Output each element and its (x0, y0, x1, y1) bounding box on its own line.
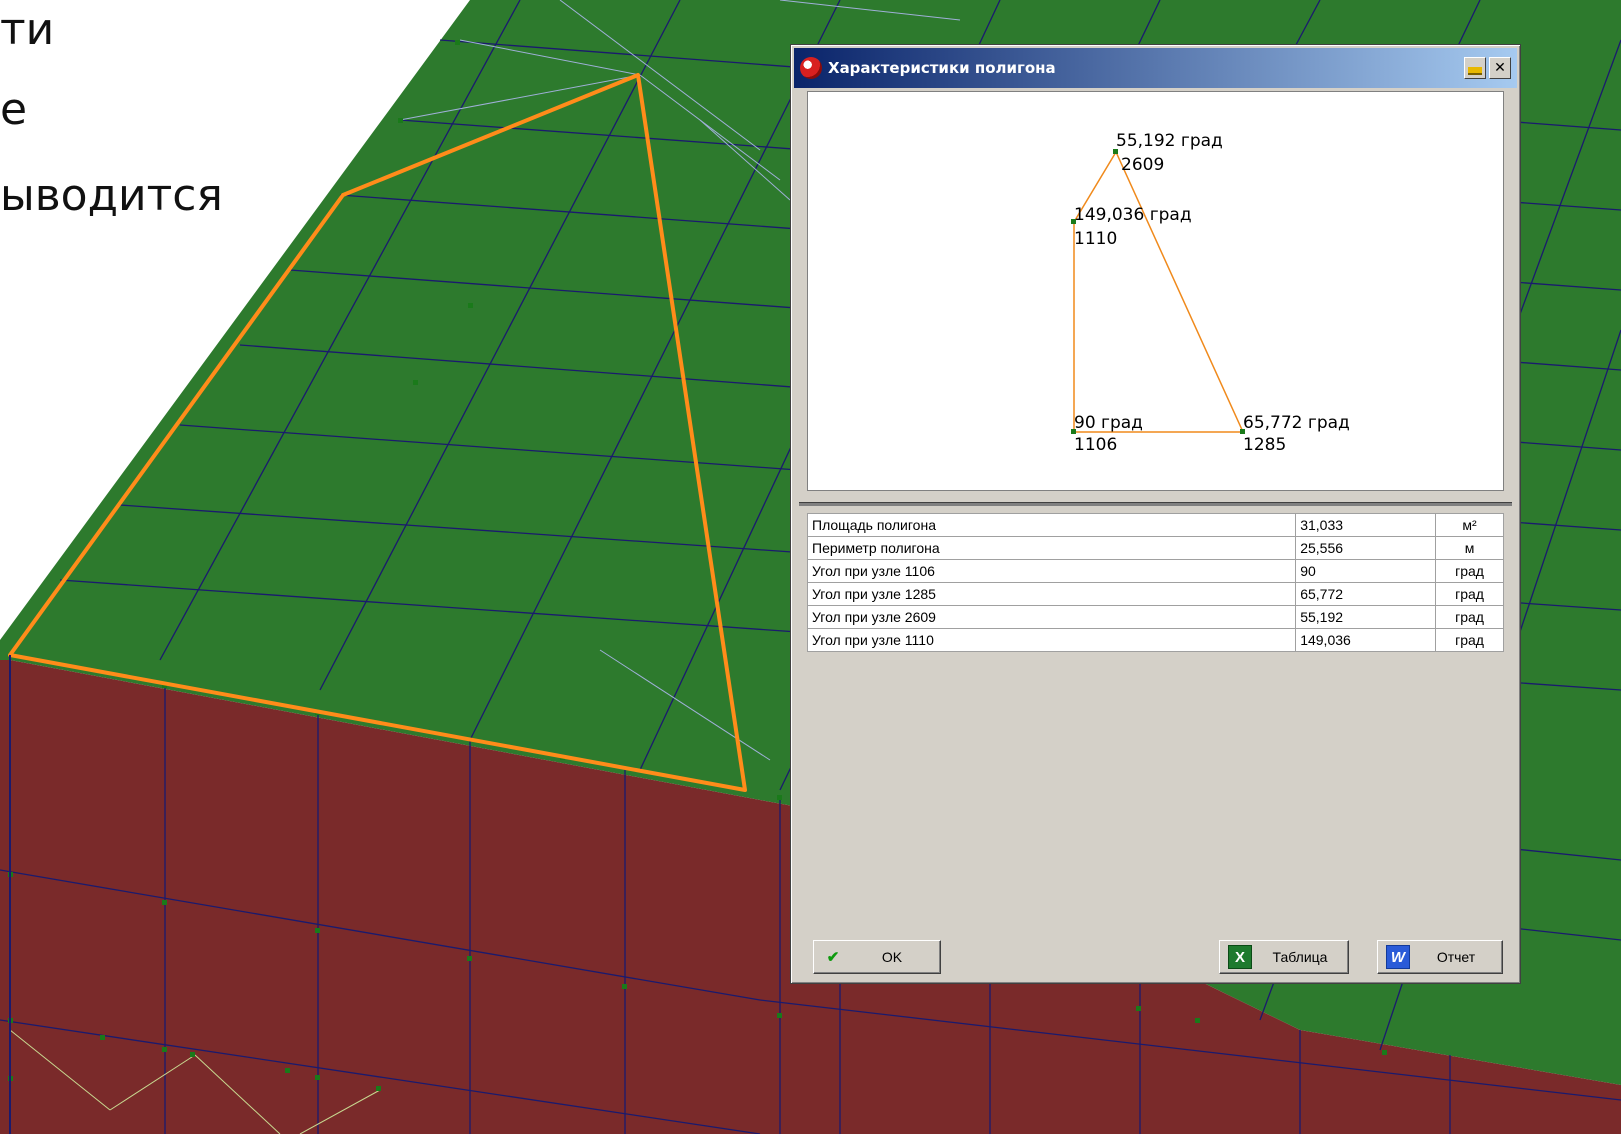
checkmark-icon: ✔ (826, 949, 840, 966)
splitter[interactable] (799, 502, 1512, 506)
property-name: Угол при узле 1285 (806, 582, 1297, 606)
table-row[interactable]: Угол при узле 1110 149,036 град (806, 628, 1504, 652)
polygon-properties-dialog: Характеристики полигона ✕ 55,192 град 26… (790, 44, 1521, 984)
table-row[interactable]: Площадь полигона 31,033 м² (806, 513, 1504, 537)
word-icon: W (1386, 945, 1410, 969)
property-name: Угол при узле 1110 (806, 628, 1297, 652)
property-value: 149,036 (1295, 628, 1437, 652)
property-value: 90 (1295, 559, 1437, 583)
property-unit: м (1435, 536, 1504, 560)
ruler-button[interactable] (1464, 57, 1486, 79)
property-unit: град (1435, 628, 1504, 652)
ok-button[interactable]: ✔ OK (813, 940, 941, 974)
report-button[interactable]: W Отчет (1377, 940, 1503, 974)
vertex-node-2609: 2609 (1121, 155, 1164, 175)
polygon-preview: 55,192 град 2609 149,036 град 1110 90 гр… (807, 91, 1504, 491)
excel-icon: X (1228, 945, 1252, 969)
dialog-titlebar[interactable]: Характеристики полигона ✕ (794, 48, 1517, 88)
preview-polygon-outline (1073, 150, 1245, 433)
property-value: 31,033 (1295, 513, 1437, 537)
vertex-angle-1285: 65,772 град (1243, 413, 1350, 433)
table-row[interactable]: Угол при узле 1285 65,772 град (806, 582, 1504, 606)
property-unit: град (1435, 605, 1504, 629)
vertex-angle-1110: 149,036 град (1074, 205, 1192, 225)
property-name: Угол при узле 1106 (806, 559, 1297, 583)
slide-text-line-2: е (0, 84, 28, 135)
ruler-icon (1468, 67, 1482, 75)
slide-text-line-3: ыводится (0, 170, 223, 221)
property-value: 25,556 (1295, 536, 1437, 560)
table-row[interactable]: Периметр полигона 25,556 м (806, 536, 1504, 560)
app-logo-icon (800, 57, 822, 79)
close-icon: ✕ (1494, 60, 1506, 76)
vertex-angle-2609: 55,192 град (1116, 131, 1223, 151)
table-row[interactable]: Угол при узле 1106 90 град (806, 559, 1504, 583)
property-unit: м² (1435, 513, 1504, 537)
vertex-angle-1106: 90 град (1074, 413, 1143, 433)
property-value: 55,192 (1295, 605, 1437, 629)
properties-table: Площадь полигона 31,033 м² Периметр поли… (806, 513, 1504, 652)
vertex-node-1106: 1106 (1074, 435, 1117, 455)
property-name: Периметр полигона (806, 536, 1297, 560)
vertex-node-1110: 1110 (1074, 229, 1117, 249)
property-unit: град (1435, 582, 1504, 606)
property-name: Площадь полигона (806, 513, 1297, 537)
vertex-node-1285: 1285 (1243, 435, 1286, 455)
report-button-label: Отчет (1436, 949, 1476, 965)
property-value: 65,772 (1295, 582, 1437, 606)
slide-text-line-1: ти (0, 4, 55, 55)
property-name: Угол при узле 2609 (806, 605, 1297, 629)
close-button[interactable]: ✕ (1489, 57, 1511, 79)
table-export-label: Таблица (1272, 949, 1328, 965)
ok-button-label: OK (881, 949, 903, 965)
dialog-title: Характеристики полигона (828, 59, 1056, 77)
table-row[interactable]: Угол при узле 2609 55,192 град (806, 605, 1504, 629)
property-unit: град (1435, 559, 1504, 583)
table-export-button[interactable]: X Таблица (1219, 940, 1349, 974)
